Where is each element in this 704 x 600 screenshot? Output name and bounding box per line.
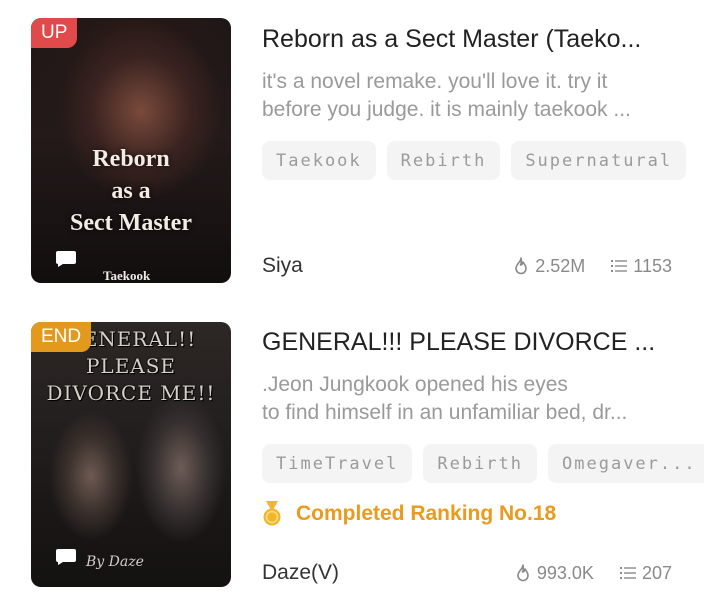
book-stats: 993.0K 207 bbox=[515, 563, 672, 584]
book-title[interactable]: GENERAL!!! PLEASE DIVORCE ... bbox=[262, 327, 672, 357]
book-card[interactable]: UP Reborn as a Sect Master Taekook Rebor… bbox=[0, 0, 704, 283]
author-name[interactable]: Daze(V) bbox=[262, 561, 339, 585]
description-line: .Jeon Jungkook opened his eyes bbox=[262, 373, 568, 396]
ranking-text: Completed Ranking No.18 bbox=[296, 502, 557, 525]
flame-icon bbox=[515, 257, 528, 275]
chat-bubble-icon bbox=[56, 549, 76, 565]
author-name[interactable]: Siya bbox=[262, 254, 303, 278]
tag[interactable]: Rebirth bbox=[423, 444, 538, 483]
tag-list: Taekook Rebirth Supernatural bbox=[262, 141, 687, 180]
book-stats: 2.52M 1153 bbox=[513, 256, 672, 277]
cover-author: By Daze bbox=[86, 554, 144, 570]
description-line: before you judge. it is mainly taekook .… bbox=[262, 98, 631, 121]
cover-author: Taekook bbox=[103, 268, 151, 283]
status-badge: END bbox=[31, 322, 92, 352]
cover-title: Reborn as a Sect Master bbox=[70, 146, 192, 236]
chapters-count: 207 bbox=[641, 562, 672, 583]
book-meta: Siya 2.52M 1153 bbox=[262, 254, 672, 278]
status-badge: UP bbox=[31, 18, 78, 48]
tag[interactable]: Supernatural bbox=[511, 141, 687, 180]
views-stat: 993.0K bbox=[515, 563, 594, 584]
book-description: it's a novel remake. you'll love it. try… bbox=[262, 68, 672, 124]
views-count: 2.52M bbox=[535, 255, 586, 276]
chapters-stat: 1153 bbox=[611, 256, 672, 277]
views-stat: 2.52M bbox=[513, 256, 585, 277]
book-info: GENERAL!!! PLEASE DIVORCE ... .Jeon Jung… bbox=[262, 327, 704, 529]
tag[interactable]: TimeTravel bbox=[262, 444, 413, 483]
tag[interactable]: Rebirth bbox=[386, 141, 501, 180]
book-meta: Daze(V) 993.0K 207 bbox=[262, 561, 672, 585]
description-line: to find himself in an unfamiliar bed, dr… bbox=[262, 401, 628, 424]
chapters-stat: 207 bbox=[619, 562, 672, 584]
flame-icon bbox=[517, 564, 529, 582]
ranking-badge[interactable]: Completed Ranking No.18 bbox=[262, 499, 672, 529]
tag[interactable]: Omegaver... bbox=[548, 444, 704, 483]
tag-list: TimeTravel Rebirth Omegaver... bbox=[262, 444, 704, 483]
book-title[interactable]: Reborn as a Sect Master (Taeko... bbox=[262, 24, 672, 54]
tag[interactable]: Taekook bbox=[262, 141, 376, 180]
chat-bubble-icon bbox=[56, 251, 76, 267]
book-description: .Jeon Jungkook opened his eyes to find h… bbox=[262, 371, 672, 427]
medal-icon bbox=[263, 501, 281, 526]
book-card[interactable]: GENERAL!! PLEASE DIVORCE ME!! END By Daz… bbox=[0, 305, 704, 587]
book-info: Reborn as a Sect Master (Taeko... it's a… bbox=[262, 24, 687, 180]
chapters-count: 1153 bbox=[633, 255, 672, 276]
list-icon bbox=[611, 260, 628, 272]
description-line: it's a novel remake. you'll love it. try… bbox=[262, 70, 608, 93]
book-cover[interactable]: UP Reborn as a Sect Master Taekook bbox=[31, 18, 231, 283]
list-icon bbox=[619, 567, 636, 579]
views-count: 993.0K bbox=[536, 562, 594, 583]
book-cover[interactable]: GENERAL!! PLEASE DIVORCE ME!! END By Daz… bbox=[31, 322, 231, 587]
